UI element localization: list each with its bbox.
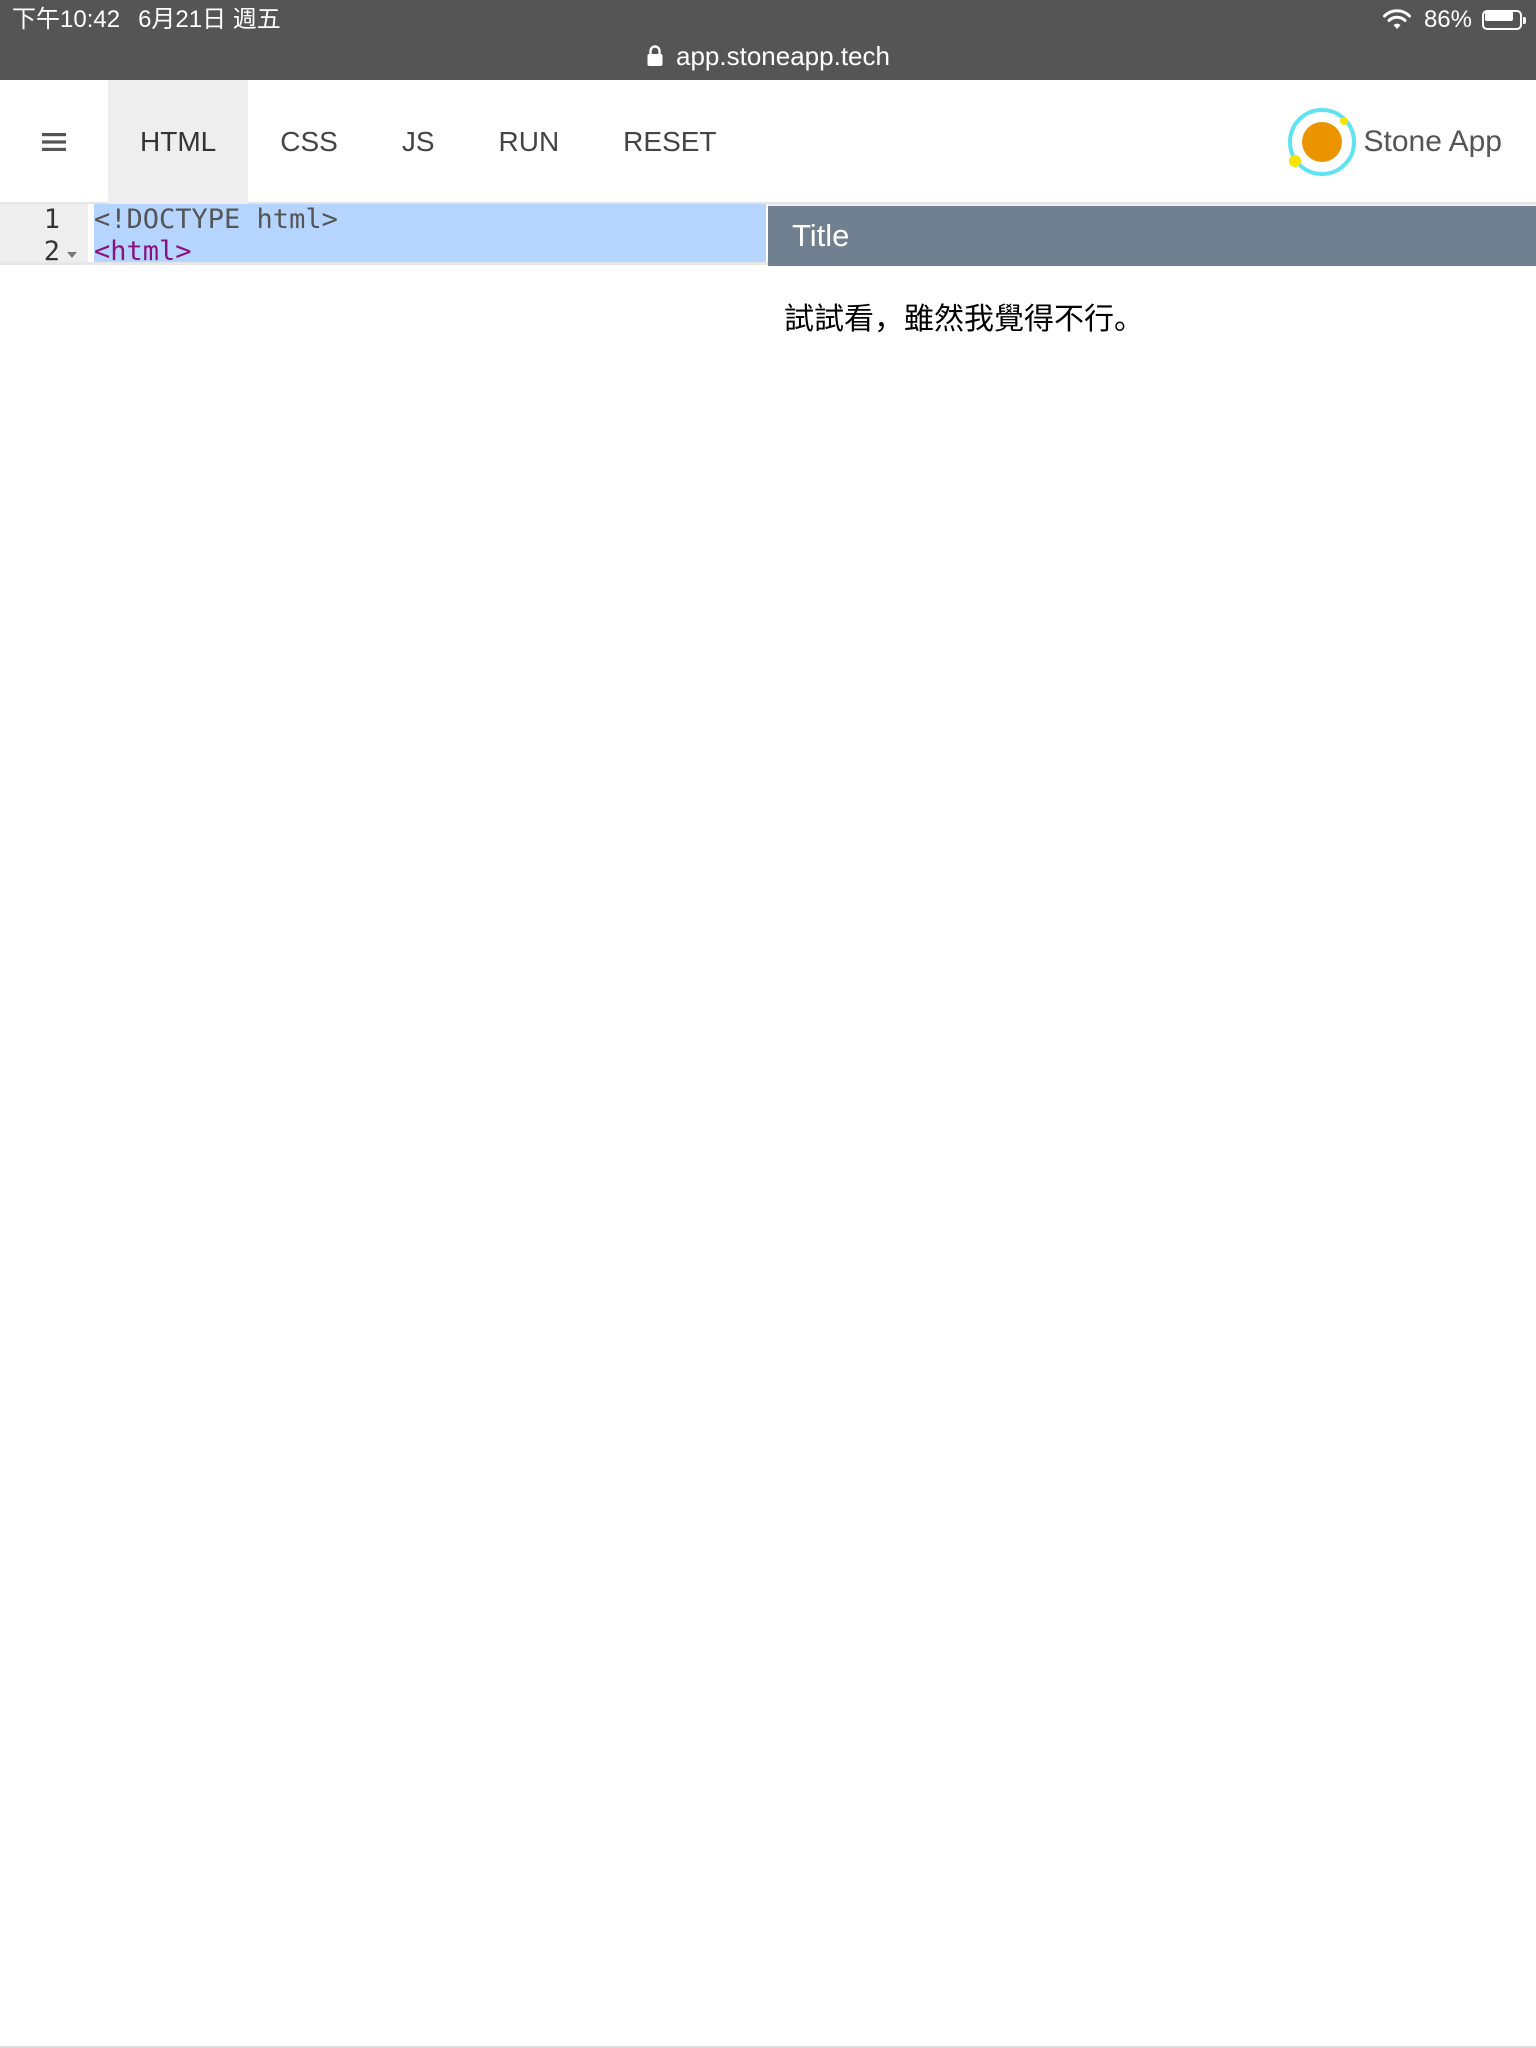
battery-icon [1482, 8, 1526, 32]
wifi-icon [1382, 9, 1411, 29]
tab-css[interactable]: CSS [248, 80, 370, 204]
tab-js[interactable]: JS [370, 80, 467, 204]
url-text: app.stoneapp.tech [676, 40, 890, 71]
stone-app-logo [1287, 108, 1356, 176]
brand-name: Stone App [1363, 125, 1502, 158]
tab-html[interactable]: HTML [108, 80, 249, 204]
code-line: <html> [94, 236, 192, 264]
battery-level-fill [1485, 11, 1513, 21]
editor-tabs: HTML CSS JS RUN RESET [108, 80, 749, 204]
brand[interactable]: Stone App [1286, 80, 1502, 204]
run-button[interactable]: RUN [467, 80, 592, 204]
app-navbar: HTML CSS JS RUN RESET Stone App [0, 80, 1536, 204]
preview-body-text: 試試看，雖然我覺得不行。 [784, 302, 1144, 337]
preview-title-bar: Title [768, 206, 1536, 266]
reset-button[interactable]: RESET [591, 80, 748, 204]
hamburger-menu-icon [42, 133, 66, 151]
status-bar: 下午10:42 6月21日 週五 86% app.stoneapp.tech [0, 0, 1536, 80]
editor-divider [0, 262, 768, 265]
lock-icon [647, 45, 663, 66]
status-indicators: 86% [1382, 4, 1526, 36]
status-date: 6月21日 週五 [138, 6, 281, 33]
url-bar[interactable]: app.stoneapp.tech [0, 36, 1536, 76]
fold-arrow-icon[interactable] [66, 251, 78, 259]
code-line: <!DOCTYPE html> [94, 204, 338, 235]
menu-button[interactable] [0, 80, 108, 204]
code-area[interactable]: <!DOCTYPE html> <html> [94, 204, 766, 264]
code-editor[interactable]: 1 2 <!DOCTYPE html> <html> [0, 204, 768, 264]
line-number: 2 [43, 236, 60, 264]
battery-percent: 86% [1423, 6, 1472, 33]
status-time: 下午10:42 [12, 6, 121, 33]
status-time-date: 下午10:42 6月21日 週五 [12, 4, 281, 36]
line-number: 1 [43, 204, 60, 235]
editor-gutter: 1 2 [0, 204, 88, 264]
